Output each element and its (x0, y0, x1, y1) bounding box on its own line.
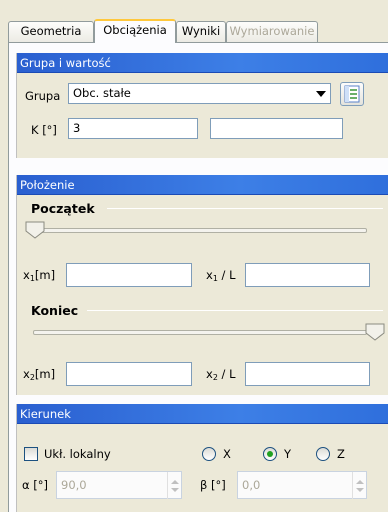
tab-geometria[interactable]: Geometria (8, 21, 94, 42)
alpha-label: α [°] (22, 478, 48, 492)
x2-input[interactable] (66, 362, 192, 386)
start-slider-track[interactable] (33, 228, 367, 233)
tab-bar: Geometria Obciążenia Wyniki Wymiarowanie (0, 0, 388, 43)
x1-label: x1[m] (23, 268, 56, 283)
list-edit-icon (344, 85, 360, 103)
tab-wyniki[interactable]: Wyniki (176, 21, 226, 42)
direction-panel: Kierunek Ukł. lokalny X Y Z α [°] 90,0 β… (16, 404, 388, 512)
direction-panel-header: Kierunek (17, 404, 388, 424)
radio-y-label: Y (284, 447, 292, 461)
start-slider-thumb[interactable] (25, 221, 45, 239)
beta-label: β [°] (200, 478, 226, 492)
group-label: Grupa (25, 89, 61, 103)
alpha-spinner[interactable] (167, 472, 181, 499)
tab-wymiarowanie: Wymiarowanie (226, 21, 318, 42)
position-panel-header: Położenie (17, 175, 388, 195)
group-panel: Grupa i wartość Grupa Obc. stałe K [°] 3 (16, 53, 388, 158)
radio-z[interactable] (316, 447, 330, 461)
end-slider-track[interactable] (33, 330, 367, 335)
x2-label: x2[m] (23, 367, 56, 382)
tab-obciazenia[interactable]: Obciążenia (94, 19, 176, 43)
beta-input[interactable]: 0,0 (237, 471, 367, 499)
group-select[interactable]: Obc. stałe (68, 83, 331, 104)
radio-y[interactable] (263, 447, 277, 461)
k-label: K [°] (31, 123, 57, 137)
k-input[interactable]: 3 (68, 118, 198, 139)
beta-spinner[interactable] (352, 472, 366, 499)
alpha-value: 90,0 (61, 478, 87, 492)
end-slider-thumb[interactable] (365, 323, 385, 341)
radio-x-label: X (223, 447, 231, 461)
group-panel-header: Grupa i wartość (17, 53, 388, 73)
alpha-input[interactable]: 90,0 (56, 471, 182, 499)
beta-value: 0,0 (242, 478, 261, 492)
x1-over-l-input[interactable] (245, 263, 370, 287)
x1-input[interactable] (66, 263, 192, 287)
radio-z-label: Z (337, 447, 345, 461)
local-axes-checkbox[interactable] (24, 447, 38, 461)
start-section-title: Początek (31, 201, 95, 216)
position-panel: Położenie Początek x1[m] x1 / L Koniec x… (16, 175, 388, 395)
tab-content: Grupa i wartość Grupa Obc. stałe K [°] 3… (8, 43, 388, 512)
end-section-title: Koniec (31, 303, 79, 318)
start-divider (107, 208, 383, 209)
k-input-secondary[interactable] (210, 118, 343, 139)
group-list-button[interactable] (340, 82, 364, 106)
local-axes-label: Ukł. lokalny (44, 447, 111, 461)
radio-x[interactable] (202, 447, 216, 461)
chevron-down-icon[interactable] (312, 85, 329, 102)
end-divider (87, 310, 383, 311)
x2-over-l-label: x2 / L (206, 367, 236, 382)
group-select-value: Obc. stałe (73, 86, 131, 100)
x1-over-l-label: x1 / L (206, 268, 236, 283)
x2-over-l-input[interactable] (245, 362, 370, 386)
